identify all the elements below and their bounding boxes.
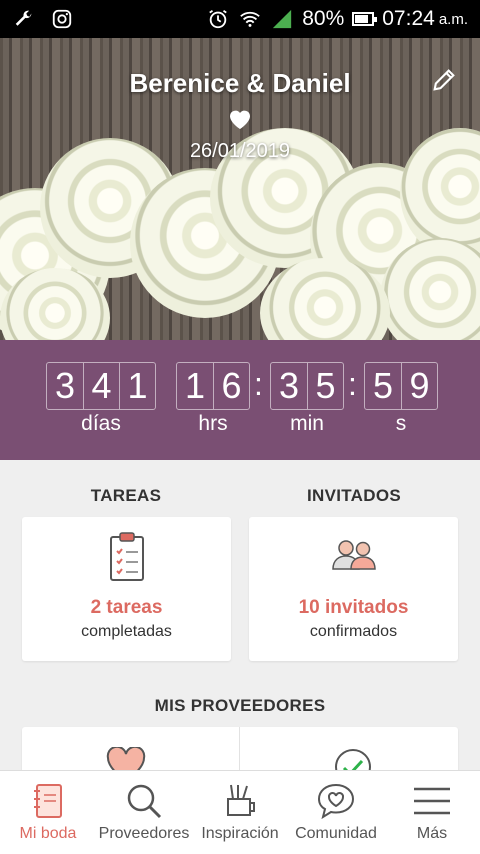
- brush-cup-icon: [227, 784, 255, 816]
- countdown: 3 4 1 días 1 6 : hrs 3 5 : min 5 9 s: [0, 340, 480, 460]
- nav-proveedores[interactable]: Proveedores: [96, 771, 192, 854]
- wedding-date: 26/01/2019: [189, 140, 291, 162]
- nav-label: Inspiración: [201, 825, 279, 842]
- alarm-icon: [209, 9, 227, 29]
- digit: 1: [119, 363, 155, 409]
- bottom-navigation: Mi boda Proveedores Inspiración Comunida…: [0, 770, 480, 854]
- battery-icon: [352, 12, 378, 26]
- wrench-icon: [15, 10, 32, 26]
- digit: 9: [401, 363, 437, 409]
- nav-label: Más: [416, 825, 448, 842]
- digit: 5: [307, 363, 343, 409]
- digit: 4: [83, 363, 119, 409]
- nav-mas[interactable]: Más: [384, 771, 480, 854]
- instagram-icon: [52, 9, 72, 29]
- clipboard-icon: [109, 532, 144, 581]
- guests-count: 10 invitados: [298, 597, 409, 618]
- seconds-digits: 5 9: [364, 362, 438, 410]
- digit: 5: [372, 365, 394, 406]
- battery-percent: 80%: [302, 7, 345, 30]
- guests-title: INVITADOS: [306, 486, 401, 505]
- hours-digits: 1 6: [176, 362, 250, 410]
- colon-separator: :: [254, 366, 263, 402]
- chat-heart-icon: [317, 783, 355, 820]
- search-icon: [127, 784, 162, 819]
- minutes-label: min: [290, 412, 324, 435]
- guests-icon: [331, 540, 376, 570]
- tasks-card[interactable]: 2 tareas completadas: [22, 517, 231, 661]
- hero-banner: Berenice & Daniel 26/01/2019: [0, 38, 480, 340]
- guests-card[interactable]: 10 invitados confirmados: [249, 517, 458, 661]
- days-digits: 3 4 1: [46, 362, 156, 410]
- hours-label: hrs: [198, 412, 228, 435]
- tasks-caption: completadas: [81, 623, 172, 640]
- edit-pencil-icon[interactable]: [430, 66, 458, 94]
- vendors-title: MIS PROVEEDORES: [154, 696, 326, 715]
- signal-icon: [273, 9, 292, 29]
- days-label: días: [81, 412, 121, 435]
- nav-label: Comunidad: [295, 825, 377, 842]
- clock: 07:24: [382, 7, 435, 30]
- notebook-icon: [34, 784, 62, 818]
- menu-icon: [414, 787, 450, 815]
- digit: 1: [184, 365, 206, 406]
- nav-inspiracion[interactable]: Inspiración: [192, 771, 288, 854]
- tasks-title: TAREAS: [90, 486, 162, 505]
- digit: 3: [278, 365, 300, 406]
- nav-label: Mi boda: [19, 825, 77, 842]
- digit: 6: [213, 363, 249, 409]
- nav-comunidad[interactable]: Comunidad: [288, 771, 384, 854]
- couple-names: Berenice & Daniel: [129, 68, 351, 98]
- guests-caption: confirmados: [309, 623, 398, 640]
- clock-ampm: a.m.: [438, 10, 468, 28]
- wifi-icon: [240, 11, 260, 27]
- minutes-digits: 3 5: [270, 362, 344, 410]
- roses-image: [0, 128, 480, 340]
- nav-mi-boda[interactable]: Mi boda: [0, 771, 96, 854]
- digit: 3: [54, 365, 76, 406]
- seconds-label: s: [395, 412, 407, 435]
- status-bar: 80% 07:24 a.m.: [0, 0, 480, 38]
- tasks-count: 2 tareas: [90, 597, 163, 618]
- colon-separator: :: [348, 366, 357, 402]
- heart-icon: [230, 110, 250, 129]
- nav-label: Proveedores: [98, 825, 190, 842]
